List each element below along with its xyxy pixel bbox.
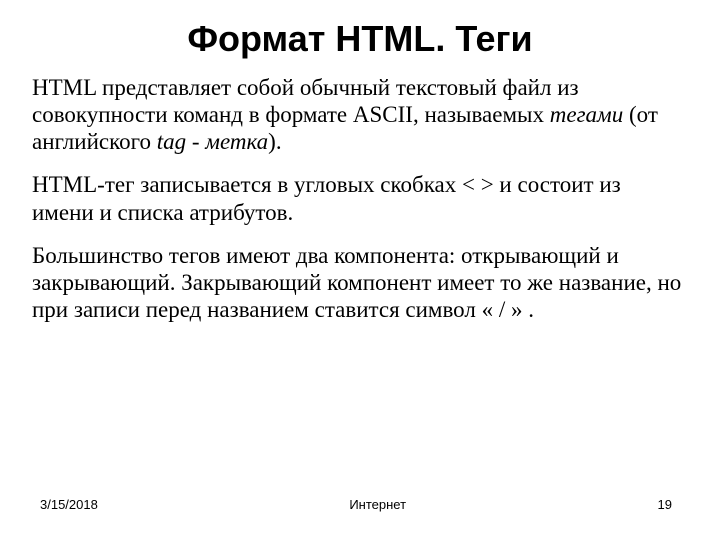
p1-text-end: ). [268, 129, 281, 154]
p1-italic-tegami: тегами [550, 102, 623, 127]
paragraph-2: HTML-тег записывается в угловых скобках … [32, 171, 688, 225]
p1-text-dash: - [186, 129, 205, 154]
p1-italic-tag: tag [157, 129, 186, 154]
p1-text-1: HTML представляет собой обычный текстовы… [32, 75, 579, 127]
footer-date: 3/15/2018 [40, 497, 98, 512]
footer-page-number: 19 [658, 497, 672, 512]
footer-center: Интернет [349, 497, 406, 512]
slide-footer: 3/15/2018 Интернет 19 [0, 497, 720, 512]
paragraph-1: HTML представляет собой обычный текстовы… [32, 74, 688, 155]
paragraph-3: Большинство тегов имеют два компонента: … [32, 242, 688, 323]
slide-title: Формат HTML. Теги [32, 18, 688, 60]
p1-italic-metka: метка [205, 129, 268, 154]
